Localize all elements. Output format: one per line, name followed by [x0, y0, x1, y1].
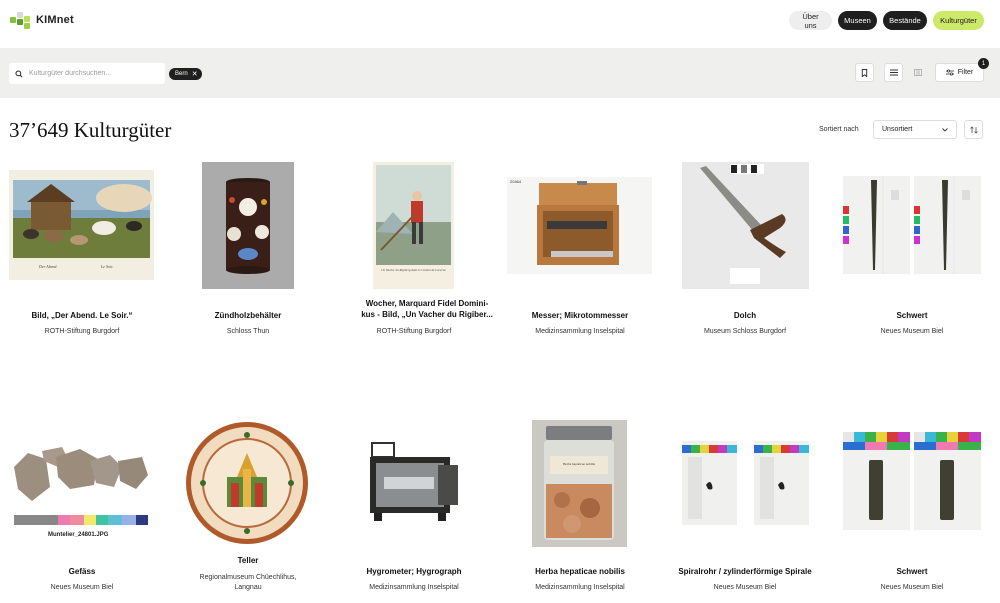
item-title[interactable]: Messer; Mikrotommesser	[500, 310, 660, 321]
search-icon	[15, 69, 23, 78]
jar-label: Herba hepaticae nobilis	[562, 462, 595, 466]
item-title[interactable]: Gefäss	[2, 566, 162, 577]
main-nav: Über uns Museen Bestände Kulturgüter	[789, 11, 984, 30]
item-title-line2[interactable]: kus - Bild, „Un Vacher du Rigiber...	[347, 309, 507, 320]
top-bar: KIMnet Über uns Museen Bestände Kulturgü…	[0, 0, 1000, 48]
painting-caption: Un Vacher du Rigiberg dans le Canton de …	[381, 268, 446, 272]
grid-icon	[913, 69, 922, 76]
item-title[interactable]: Herba hepaticae nobilis	[500, 566, 660, 577]
filter-label: Filter	[957, 69, 974, 76]
item-owner[interactable]: Neues Museum Biel	[665, 583, 825, 593]
bookmark-icon	[861, 68, 868, 77]
item-image-dagger[interactable]	[682, 162, 809, 289]
item-title[interactable]: Spiralrohr / zylinderförmige Spirale	[665, 566, 825, 577]
active-filter-chip[interactable]: Bern ✕	[169, 68, 202, 80]
item-title[interactable]: Dolch	[665, 310, 825, 321]
list-view-button[interactable]	[884, 63, 903, 82]
sort-select[interactable]: Unsortiert	[873, 120, 957, 139]
brand-name: KIMnet	[36, 14, 74, 26]
item-image-microtome-knife[interactable]: 20464	[507, 177, 652, 274]
item-image-painting-evening[interactable]: Der Abend. Le Soir.	[9, 170, 154, 280]
sort-order-icon	[969, 125, 978, 134]
nav-museen[interactable]: Museen	[838, 11, 877, 30]
search-box[interactable]	[9, 63, 165, 84]
sort-value: Unsortiert	[882, 126, 913, 133]
item-owner[interactable]: Neues Museum Biel	[2, 583, 162, 593]
item-title[interactable]: Bild, „Der Abend. Le Soir.“	[2, 310, 162, 321]
item-title[interactable]: Schwert	[832, 310, 992, 321]
item-image-sword[interactable]	[843, 432, 981, 530]
item-title[interactable]: Schwert	[832, 566, 992, 577]
item-owner[interactable]: Medizinsammlung Inselspital	[500, 327, 660, 337]
bookmark-button[interactable]	[855, 63, 874, 82]
image-filename: Muntelier_24801.JPG	[48, 532, 109, 538]
item-owner[interactable]: Neues Museum Biel	[832, 327, 992, 337]
item-title[interactable]: Wocher, Marquard Fidel Domini-	[347, 298, 507, 309]
list-icon	[889, 69, 898, 76]
item-owner[interactable]: ROTH-Stiftung Burgdorf	[2, 327, 162, 337]
painting-caption-left: Der Abend.	[39, 264, 58, 269]
item-image-painting-vacher[interactable]: Un Vacher du Rigiberg dans le Canton de …	[373, 162, 454, 289]
item-image-sword[interactable]	[843, 176, 981, 274]
item-image-herb-jar[interactable]: Herba hepaticae nobilis	[532, 420, 627, 547]
item-owner[interactable]: Museum Schloss Burgdorf	[665, 327, 825, 337]
item-image-spiral-tube[interactable]	[682, 441, 809, 525]
sliders-icon	[945, 69, 954, 76]
search-input[interactable]	[29, 70, 149, 77]
item-image-vessel-sherds[interactable]: Muntelier_24801.JPG	[10, 437, 152, 543]
search-toolbar: Bern ✕ Filter 1	[0, 48, 1000, 98]
item-image-match-holder[interactable]	[202, 162, 294, 289]
item-title[interactable]: Teller	[168, 555, 328, 566]
item-owner[interactable]: Medizinsammlung Inselspital	[334, 583, 494, 593]
nav-kulturgueter[interactable]: Kulturgüter	[933, 11, 984, 30]
logo-icon	[10, 12, 32, 29]
chip-label: Bern	[175, 71, 188, 77]
nav-bestaende[interactable]: Bestände	[883, 11, 927, 30]
close-icon[interactable]: ✕	[192, 71, 198, 78]
sort-direction-button[interactable]	[964, 120, 983, 139]
chevron-down-icon	[942, 127, 948, 132]
item-tag: 20464	[510, 179, 522, 184]
item-owner[interactable]: Regionalmuseum Chüechlihus,	[168, 573, 328, 583]
grid-view-button[interactable]	[908, 63, 927, 82]
filter-count-badge: 1	[978, 58, 989, 69]
results-count: 37’649 Kulturgüter	[9, 118, 172, 142]
item-image-plate[interactable]	[185, 421, 309, 545]
nav-ueber-uns[interactable]: Über uns	[789, 11, 832, 30]
logo[interactable]: KIMnet	[10, 12, 74, 29]
item-image-hygrometer[interactable]	[342, 437, 486, 529]
item-owner[interactable]: Medizinsammlung Inselspital	[500, 583, 660, 593]
item-owner[interactable]: Schloss Thun	[168, 327, 328, 337]
item-owner[interactable]: ROTH-Stiftung Burgdorf	[334, 327, 494, 337]
item-title[interactable]: Hygrometer; Hygrograph	[334, 566, 494, 577]
item-owner[interactable]: Neues Museum Biel	[832, 583, 992, 593]
item-title[interactable]: Zündholzbehälter	[168, 310, 328, 321]
filter-button[interactable]: Filter	[935, 63, 984, 82]
painting-caption-right: Le Soir.	[101, 264, 114, 269]
item-owner-line2[interactable]: Langnau	[168, 583, 328, 593]
sort-label: Sortiert nach	[819, 126, 859, 133]
